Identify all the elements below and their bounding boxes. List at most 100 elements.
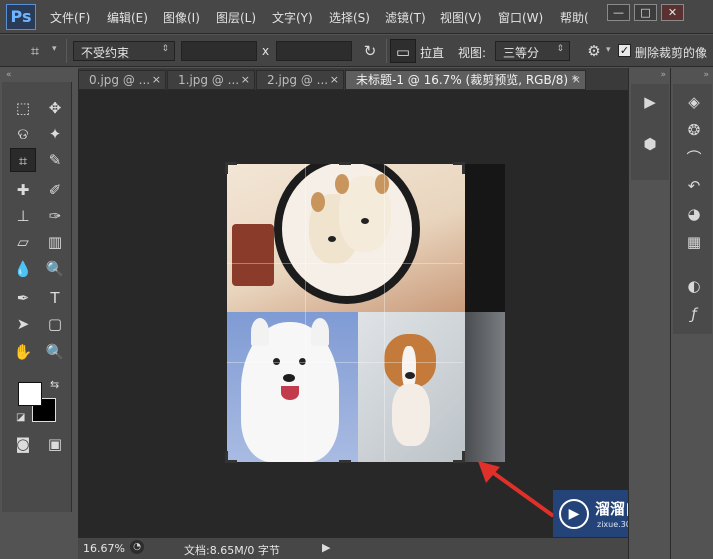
puppy-ear	[311, 192, 325, 212]
3d-cube-icon[interactable]: ⬢	[637, 132, 663, 156]
eyedropper-icon[interactable]: ✎	[42, 148, 68, 172]
puppy-ear	[335, 174, 349, 194]
collapsed-panel-column-2: » ◈ ❂ ⌒ ↶ ◕ ▦ ◐ ƒ	[670, 68, 713, 559]
crop-tool-icon[interactable]: ⌗	[10, 148, 36, 172]
white-dog-photo	[227, 312, 358, 462]
panel-group: ▶ ⬢	[631, 84, 669, 180]
collapse-icon[interactable]: «	[6, 70, 12, 80]
gear-icon[interactable]: ⚙	[581, 39, 607, 63]
close-icon[interactable]: ×	[152, 71, 161, 89]
document-size: 文档:8.65M/0 字节	[184, 544, 280, 557]
foreground-color-swatch[interactable]	[18, 382, 42, 406]
menu-window[interactable]: 窗口(W)	[498, 9, 543, 26]
menu-file[interactable]: 文件(F)	[50, 9, 90, 26]
constraint-select[interactable]: 不受约束 ⇕	[73, 41, 175, 61]
tab-label: 2.jpg @ ...	[267, 73, 329, 87]
tab-1-jpg[interactable]: 1.jpg @ ... ×	[167, 70, 255, 90]
default-colors-icon[interactable]: ◪	[16, 412, 25, 423]
quick-mask-icon[interactable]: ◙	[10, 432, 36, 456]
x-label: x	[262, 44, 270, 58]
view-select[interactable]: 三等分 ⇕	[495, 41, 570, 61]
crop-tool-preset-icon[interactable]: ⌗	[22, 39, 48, 63]
red-book-shape	[232, 224, 274, 286]
pen-tool-icon[interactable]: ✒	[10, 286, 36, 310]
adjustments-icon[interactable]: ◐	[681, 274, 707, 298]
shape-tool-icon[interactable]: ▢	[42, 312, 68, 336]
status-menu-arrow-icon[interactable]: ▶	[322, 541, 330, 554]
close-button[interactable]: ✕	[661, 4, 684, 21]
hand-tool-icon[interactable]: ✋	[10, 340, 36, 364]
zoom-tool-icon[interactable]: 🔍	[42, 340, 68, 364]
doc-info-icon[interactable]: ◔	[130, 540, 144, 554]
zoom-level[interactable]: 16.67%	[83, 542, 125, 555]
channels-icon[interactable]: ❂	[681, 118, 707, 142]
lasso-tool-icon[interactable]: ଡ	[10, 122, 36, 146]
close-icon[interactable]: ×	[572, 71, 581, 89]
height-input[interactable]	[276, 41, 352, 61]
play-icon: ▶	[559, 499, 589, 529]
tab-2-jpg[interactable]: 2.jpg @ ... ×	[256, 70, 344, 90]
stamp-tool-icon[interactable]: ⊥	[10, 204, 36, 228]
width-input[interactable]	[181, 41, 257, 61]
close-icon[interactable]: ×	[330, 71, 339, 89]
chevron-down-icon[interactable]: ▾	[52, 44, 57, 54]
styles-fx-icon[interactable]: ƒ	[681, 302, 707, 326]
screen-mode-icon[interactable]: ▣	[42, 432, 68, 456]
view-select-value: 三等分	[503, 46, 540, 60]
maximize-button[interactable]: □	[634, 4, 657, 21]
menu-select[interactable]: 选择(S)	[329, 9, 370, 26]
menu-edit[interactable]: 编辑(E)	[107, 9, 148, 26]
dog-eye	[273, 358, 280, 365]
move-tool-icon[interactable]: ✥	[42, 96, 68, 120]
red-arrow-annotation	[478, 461, 554, 517]
actions-play-icon[interactable]: ▶	[637, 90, 663, 114]
dodge-tool-icon[interactable]: 🔍	[42, 257, 68, 281]
marquee-tool-icon[interactable]: ⬚	[10, 96, 36, 120]
type-tool-icon[interactable]: T	[42, 286, 68, 310]
menu-image[interactable]: 图像(I)	[163, 9, 200, 26]
document-tabs: 0.jpg @ ... × 1.jpg @ ... × 2.jpg @ ... …	[78, 68, 628, 90]
status-bar: 16.67% ◔ 文档:8.65M/0 字节 ▶	[78, 537, 628, 559]
dog-eye	[299, 358, 306, 365]
updown-icon: ⇕	[556, 44, 564, 54]
gradient-tool-icon[interactable]: ▥	[42, 230, 68, 254]
empty-region	[465, 164, 505, 312]
updown-icon: ⇕	[161, 44, 169, 54]
straighten-icon[interactable]: ▭	[390, 39, 416, 63]
corgi-nose	[405, 372, 415, 379]
menu-help[interactable]: 帮助(	[560, 9, 589, 26]
close-icon[interactable]: ×	[241, 71, 250, 89]
delete-cropped-checkbox[interactable]: ✓	[618, 44, 631, 57]
color-palette-icon[interactable]: ◕	[681, 202, 707, 226]
collapsed-panel-column-1: » ▶ ⬢	[628, 68, 670, 559]
swap-colors-icon[interactable]: ⇆	[50, 378, 59, 391]
minimize-button[interactable]: —	[607, 4, 630, 21]
menu-view[interactable]: 视图(V)	[440, 9, 482, 26]
tab-0-jpg[interactable]: 0.jpg @ ... ×	[78, 70, 166, 90]
chevron-down-icon[interactable]: ▾	[606, 45, 611, 55]
puppy-ear	[375, 174, 389, 194]
swatches-icon[interactable]: ▦	[681, 230, 707, 254]
corgi-body	[392, 384, 430, 446]
healing-brush-icon[interactable]: ✚	[10, 178, 36, 202]
expand-icon[interactable]: »	[703, 70, 709, 80]
brush-tool-icon[interactable]: ✐	[42, 178, 68, 202]
straighten-label[interactable]: 拉直	[420, 44, 444, 61]
history-brush-icon[interactable]: ✑	[42, 204, 68, 228]
eraser-tool-icon[interactable]: ▱	[10, 230, 36, 254]
layers-icon[interactable]: ◈	[681, 90, 707, 114]
blur-tool-icon[interactable]: 💧	[10, 257, 36, 281]
history-icon[interactable]: ↶	[681, 174, 707, 198]
expand-icon[interactable]: »	[660, 70, 666, 80]
menu-type[interactable]: 文字(Y)	[272, 9, 313, 26]
options-bar: ⌗ ▾ 不受约束 ⇕ x ↻ ▭ 拉直 视图: 三等分 ⇕ ⚙ ▾ ✓ 删除裁剪…	[0, 35, 713, 67]
tab-label: 1.jpg @ ...	[178, 73, 240, 87]
magic-wand-icon[interactable]: ✦	[42, 122, 68, 146]
paths-icon[interactable]: ⌒	[681, 146, 707, 170]
menu-filter[interactable]: 滤镜(T)	[385, 9, 426, 26]
tab-untitled-1[interactable]: 未标题-1 @ 16.7% (裁剪预览, RGB/8) * ×	[345, 70, 586, 90]
menu-layer[interactable]: 图层(L)	[216, 9, 256, 26]
corgi-puppy-photo	[358, 312, 465, 462]
path-select-icon[interactable]: ➤	[10, 312, 36, 336]
swap-icon[interactable]: ↻	[357, 39, 383, 63]
